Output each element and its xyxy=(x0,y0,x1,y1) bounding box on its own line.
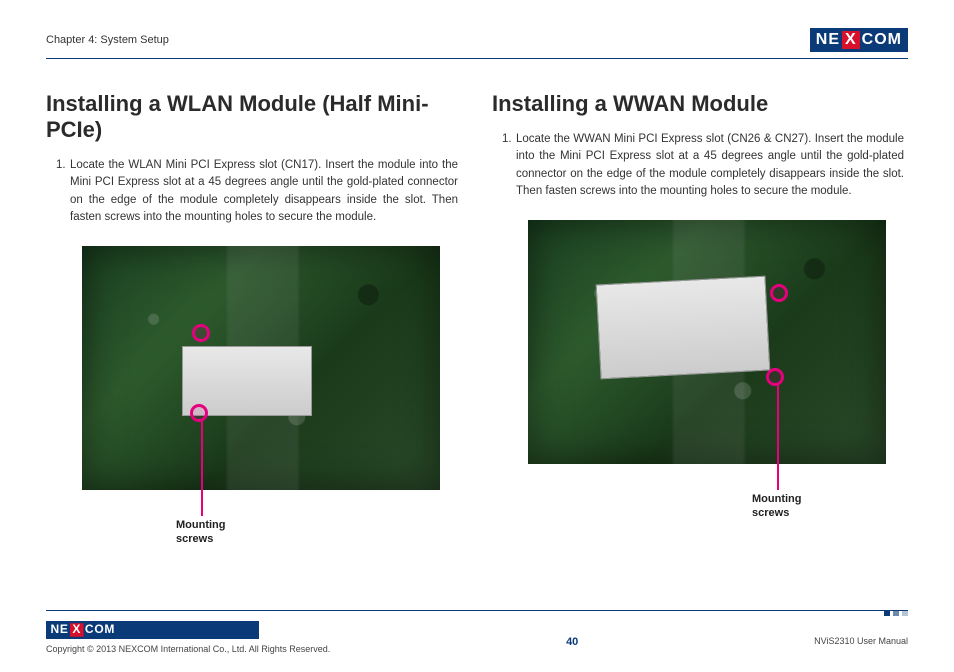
footer-decoration xyxy=(884,610,908,616)
page-number: 40 xyxy=(566,618,578,648)
screw-marker-icon xyxy=(190,404,208,422)
brand-logo: NEXCOM xyxy=(810,28,908,52)
figure-wlan: Mounting screws xyxy=(82,246,462,490)
callout-line xyxy=(201,420,203,516)
brand-part-right: COM xyxy=(862,31,902,49)
screw-marker-icon xyxy=(770,284,788,302)
step-number: 1. xyxy=(56,157,70,226)
brand-part-left: NE xyxy=(816,31,840,49)
header-rule xyxy=(46,58,908,59)
instruction-wlan: 1. Locate the WLAN Mini PCI Express slot… xyxy=(46,157,462,226)
callout-label-wlan: Mounting screws xyxy=(176,518,225,547)
board-photo-wwan xyxy=(528,220,886,464)
right-column: Installing a WWAN Module 1. Locate the W… xyxy=(492,91,908,490)
step-number: 1. xyxy=(502,131,516,200)
chapter-label: Chapter 4: System Setup xyxy=(46,34,169,46)
instruction-wwan: 1. Locate the WWAN Mini PCI Express slot… xyxy=(492,131,908,200)
heading-wlan: Installing a WLAN Module (Half Mini-PCIe… xyxy=(46,91,462,143)
wwan-module-chip xyxy=(596,276,771,380)
figure-wwan: Mounting screws xyxy=(528,220,908,464)
footer-brand-logo: NEXCOM xyxy=(46,621,259,639)
callout-line xyxy=(777,384,779,490)
heading-wwan: Installing a WWAN Module xyxy=(492,91,908,117)
left-column: Installing a WLAN Module (Half Mini-PCIe… xyxy=(46,91,462,490)
step-text: Locate the WLAN Mini PCI Express slot (C… xyxy=(70,157,458,226)
footer-rule xyxy=(46,610,908,618)
footer-left: NEXCOM Copyright © 2013 NEXCOM Internati… xyxy=(46,618,330,654)
board-photo-wlan xyxy=(82,246,440,490)
screw-marker-icon xyxy=(192,324,210,342)
step-text: Locate the WWAN Mini PCI Express slot (C… xyxy=(516,131,904,200)
copyright-text: Copyright © 2013 NEXCOM International Co… xyxy=(46,644,330,654)
page-footer: NEXCOM Copyright © 2013 NEXCOM Internati… xyxy=(46,610,908,654)
brand-part-x: X xyxy=(842,31,860,49)
doc-id: NViS2310 User Manual xyxy=(814,618,908,646)
screw-marker-icon xyxy=(766,368,784,386)
callout-label-wwan: Mounting screws xyxy=(752,492,801,521)
